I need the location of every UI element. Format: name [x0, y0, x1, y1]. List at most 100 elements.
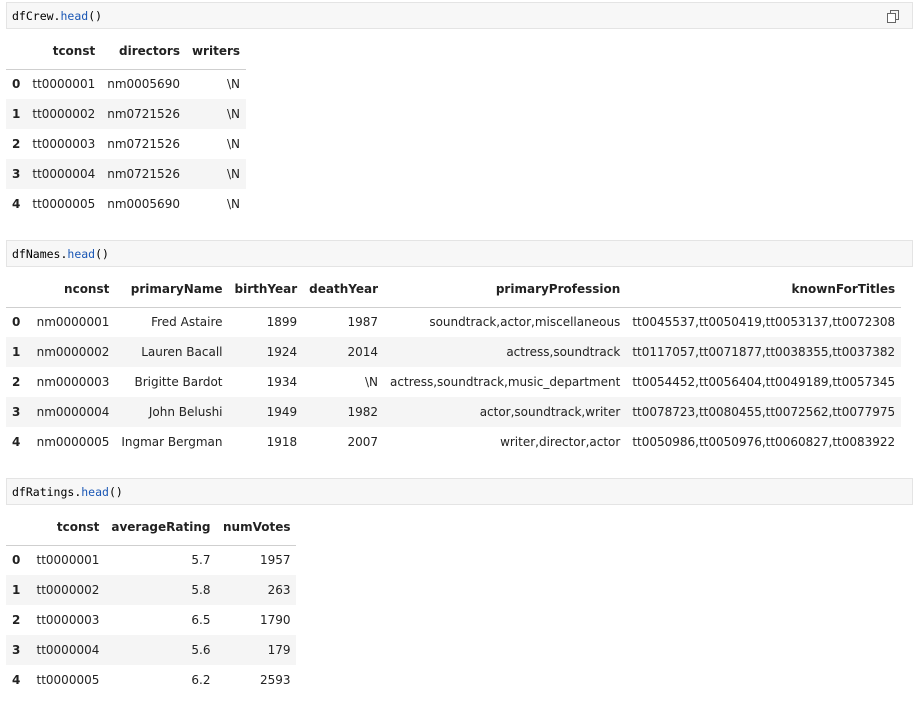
table-cell: 1987 [347, 315, 379, 330]
table-cell: \N [227, 137, 241, 151]
table-row: 3 tt0000004 nm0721526 \N [6, 159, 247, 189]
table-cell: Brigitte Bardot [134, 375, 223, 389]
table-cell: actor,soundtrack,writer [384, 397, 627, 427]
table-cell: nm0721526 [101, 159, 186, 189]
row-index: 3 [6, 635, 27, 665]
copy-icon[interactable] [887, 10, 899, 23]
table-cell: tt0000002 [26, 575, 106, 605]
index-header [6, 33, 27, 70]
column-header: deathYear [303, 271, 385, 308]
table-cell: tt0000005 [32, 197, 96, 211]
table-cell: 2014 [303, 337, 385, 367]
table-cell: nm0005690 [107, 77, 180, 92]
table-cell: nm0721526 [101, 99, 186, 129]
code-cell-ratings[interactable]: dfRatings.head() [6, 478, 913, 505]
table-row: 4 tt0000005 6.2 2593 [6, 665, 296, 695]
row-index: 4 [12, 197, 21, 211]
table-cell: actress,soundtrack [384, 337, 627, 367]
row-index: 2 [12, 137, 21, 151]
table-row: 0 tt0000001 5.7 1957 [6, 545, 296, 575]
table-header-row: nconst primaryName birthYear deathYear prima… [6, 271, 902, 308]
table-cell: 5.6 [105, 635, 217, 665]
row-index: 4 [12, 435, 21, 449]
table-cell: Ingmar Bergman [121, 435, 223, 449]
table-cell: nm0721526 [107, 137, 180, 151]
table-cell: 1924 [228, 337, 304, 367]
table-row: 1 nm0000002 Lauren Bacall 1924 2014 actress,s… [6, 337, 902, 367]
dataframe-table-names: nconst primaryName birthYear deathYear prima… [6, 271, 902, 457]
table-row: 0 nm0000001 Fred Astaire 1899 1987 soundtrack… [6, 307, 901, 337]
table-cell: \N [185, 99, 247, 129]
table-cell: 1982 [303, 397, 385, 427]
table-cell: 179 [216, 635, 297, 665]
table-header-row: tconst averageRating numVotes [6, 509, 297, 546]
table-cell: 5.8 [105, 575, 217, 605]
table-cell: tt0054452,tt0056404,tt0049189,tt0057345 [632, 375, 896, 389]
row-index: 1 [6, 99, 27, 129]
table-cell: 5.7 [191, 553, 211, 568]
table-cell: 1949 [228, 397, 304, 427]
table-cell: 1934 [266, 375, 298, 389]
table-cell: tt0000004 [26, 635, 106, 665]
column-header: tconst [26, 509, 106, 546]
column-header: primaryProfession [384, 271, 627, 308]
row-index: 3 [6, 397, 27, 427]
table-cell: 2007 [347, 435, 379, 449]
table-cell: tt0000005 [36, 673, 100, 687]
table-cell: tt0045537,tt0050419,tt0053137,tt0072308 [632, 315, 896, 330]
table-cell: nm0000003 [36, 375, 110, 389]
column-header: knownForTitles [626, 271, 902, 308]
column-header: tconst [26, 33, 102, 70]
table-cell: tt0000004 [26, 159, 102, 189]
table-row: 4 nm0000005 Ingmar Bergman 1918 2007 writer,d… [6, 427, 901, 457]
row-index: 2 [12, 613, 21, 627]
row-index: 2 [12, 375, 21, 389]
code-text: dfCrew.head() [12, 9, 103, 23]
row-index: 4 [12, 673, 21, 687]
table-cell: \N [227, 77, 241, 92]
table-cell: Fred Astaire [151, 315, 223, 330]
table-row: 2 nm0000003 Brigitte Bardot 1934 \N actress,s… [6, 367, 901, 397]
table-cell: tt0000003 [36, 613, 100, 627]
table-row: 3 tt0000004 5.6 179 [6, 635, 297, 665]
table-cell: Lauren Bacall [115, 337, 229, 367]
table-cell: writer,director,actor [500, 435, 621, 449]
row-index: 0 [12, 553, 21, 568]
table-cell: nm0005690 [107, 197, 180, 211]
table-cell: 6.5 [191, 613, 211, 627]
row-index: 1 [6, 337, 27, 367]
column-header: birthYear [228, 271, 304, 308]
table-cell: 1790 [259, 613, 291, 627]
column-header: nconst [26, 271, 116, 308]
table-cell: nm0000001 [36, 315, 110, 330]
row-index: 0 [12, 77, 21, 92]
table-row: 2 tt0000003 nm0721526 \N [6, 129, 246, 159]
index-header [6, 509, 27, 546]
code-cell-names[interactable]: dfNames.head() [6, 240, 913, 267]
table-cell: \N [185, 159, 247, 189]
row-index: 3 [6, 159, 27, 189]
table-cell: 6.2 [191, 673, 211, 687]
table-cell: 263 [216, 575, 297, 605]
index-header [6, 271, 27, 308]
column-header: primaryName [115, 271, 229, 308]
column-header: writers [185, 33, 247, 70]
table-cell: John Belushi [115, 397, 229, 427]
table-cell: tt0117057,tt0071877,tt0038355,tt0037382 [626, 337, 902, 367]
table-cell: tt0000003 [32, 137, 96, 151]
column-header: averageRating [105, 509, 217, 546]
code-text: dfNames.head() [12, 247, 109, 261]
table-cell: 1899 [266, 315, 298, 330]
dataframe-table-ratings: tconst averageRating numVotes 0 tt0000001 5.… [6, 509, 297, 695]
table-cell: tt0000001 [36, 553, 100, 568]
table-row: 3 nm0000004 John Belushi 1949 1982 actor,soun… [6, 397, 902, 427]
table-cell: nm0000002 [26, 337, 116, 367]
table-row: 4 tt0000005 nm0005690 \N [6, 189, 246, 219]
table-row: 2 tt0000003 6.5 1790 [6, 605, 296, 635]
code-cell-crew[interactable]: dfCrew.head() [6, 2, 913, 29]
table-row: 1 tt0000002 5.8 263 [6, 575, 297, 605]
table-cell: nm0000004 [26, 397, 116, 427]
table-cell: tt0050986,tt0050976,tt0060827,tt0083922 [632, 435, 896, 449]
table-cell: actress,soundtrack,music_department [390, 375, 621, 389]
code-text: dfRatings.head() [12, 485, 123, 499]
